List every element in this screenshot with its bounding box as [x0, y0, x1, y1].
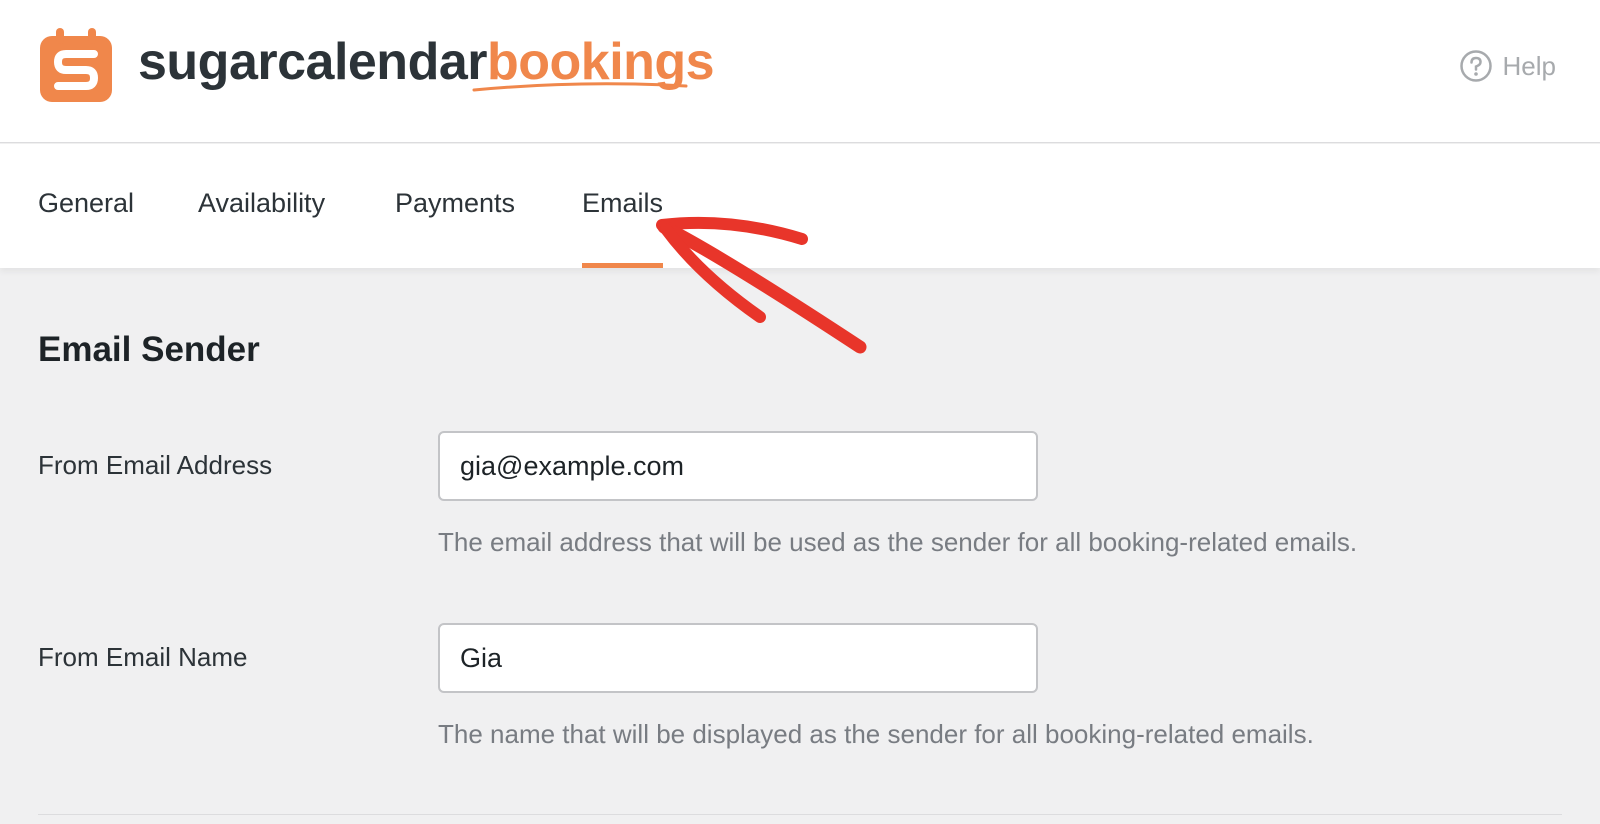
from-email-address-field[interactable] [438, 431, 1038, 501]
from-email-name-label: From Email Name [38, 642, 248, 672]
from-email-address-help: The email address that will be used as t… [438, 527, 1358, 557]
section-divider [38, 814, 1562, 815]
help-link[interactable]: Help [1459, 48, 1556, 84]
settings-tabs: General Availability Payments Emails [0, 144, 1600, 268]
tab-availability[interactable]: Availability [198, 188, 325, 268]
section-title: Email Sender [38, 330, 260, 369]
brand-name-dark: sugarcalendar [138, 33, 488, 91]
tab-payments[interactable]: Payments [395, 188, 515, 268]
from-email-name-field[interactable] [438, 623, 1038, 693]
question-circle-icon [1459, 50, 1492, 82]
brand-underline-swoosh [472, 82, 688, 92]
from-email-address-label: From Email Address [38, 450, 273, 480]
help-label: Help [1502, 50, 1556, 81]
sugarcalendar-logo-icon [40, 28, 112, 102]
tab-general[interactable]: General [38, 188, 134, 268]
tab-emails[interactable]: Emails [582, 188, 664, 268]
from-email-name-help: The name that will be displayed as the s… [438, 719, 1314, 749]
app-header: sugarcalendarbookings Help [0, 0, 1600, 143]
